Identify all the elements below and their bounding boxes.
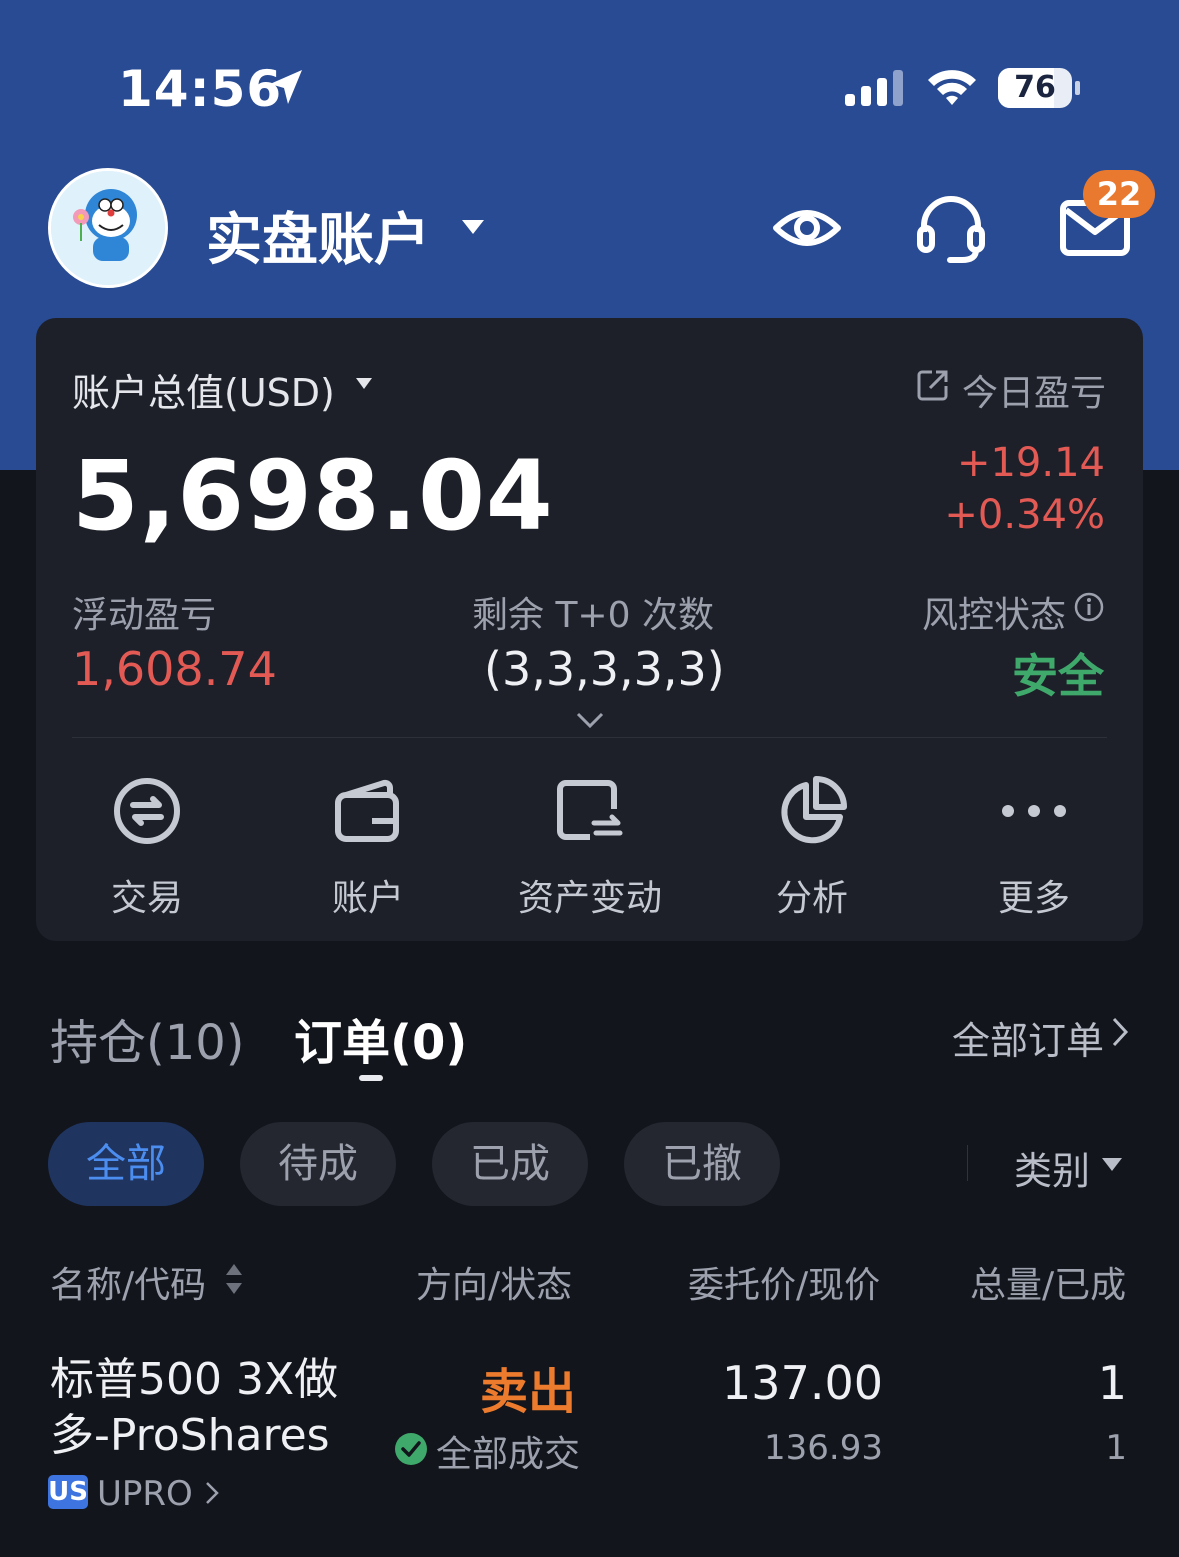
today-pnl-label[interactable]: 今日盈亏 xyxy=(962,364,1106,416)
chevron-down-icon[interactable] xyxy=(576,712,604,730)
t0-remaining-value: (3,3,3,3,3) xyxy=(484,642,725,696)
filter-pending[interactable]: 待成 xyxy=(240,1122,396,1206)
market-badge: US xyxy=(48,1475,88,1509)
column-side-status: 方向/状态 xyxy=(416,1265,573,1306)
action-account-label: 账户 xyxy=(331,878,404,919)
action-asset-change[interactable]: 资产变动 xyxy=(500,775,680,919)
eye-icon[interactable] xyxy=(772,196,842,260)
t0-remaining-label: 剩余 T+0 次数 xyxy=(472,595,714,636)
wifi-icon xyxy=(928,70,976,105)
currency-dropdown-icon[interactable] xyxy=(356,378,372,389)
trade-icon xyxy=(114,778,180,844)
asset-change-icon xyxy=(557,780,623,840)
action-more-label: 更多 xyxy=(997,878,1070,919)
risk-status-value: 安全 xyxy=(1012,649,1104,703)
share-icon[interactable] xyxy=(916,368,950,402)
pie-chart-icon xyxy=(781,776,847,844)
current-price: 136.93 xyxy=(764,1428,883,1468)
battery-percent: 76 xyxy=(1014,70,1056,105)
column-name-code[interactable]: 名称/代码 xyxy=(50,1256,206,1308)
tab-orders[interactable]: 订单(0) xyxy=(294,1003,467,1073)
floating-pnl-value: 1,608.74 xyxy=(72,642,277,696)
column-price: 委托价/现价 xyxy=(688,1265,881,1306)
status-bar: 14:56 76 xyxy=(0,60,1179,120)
order-stock-name: 标普500 3X做多-ProShares xyxy=(50,1354,339,1461)
filter-separator xyxy=(967,1145,968,1181)
filter-cancelled[interactable]: 已撤 xyxy=(624,1122,780,1206)
order-status: 全部成交 xyxy=(436,1434,581,1475)
headset-icon[interactable] xyxy=(914,192,988,264)
filter-filled[interactable]: 已成 xyxy=(432,1122,588,1206)
chevron-right-icon[interactable] xyxy=(1110,1016,1130,1048)
action-more[interactable]: 更多 xyxy=(944,775,1124,919)
order-price: 137.00 xyxy=(722,1356,883,1410)
all-orders-link[interactable]: 全部订单 xyxy=(952,1010,1104,1065)
location-arrow-icon xyxy=(270,70,302,104)
avatar-image xyxy=(51,171,165,285)
order-stock-code[interactable]: UPRO xyxy=(97,1474,193,1514)
floating-pnl-label: 浮动盈亏 xyxy=(72,595,217,636)
action-trade[interactable]: 交易 xyxy=(57,775,237,919)
notification-badge: 22 xyxy=(1083,170,1155,218)
chevron-right-icon[interactable] xyxy=(204,1480,220,1506)
order-total-qty: 1 xyxy=(1097,1356,1127,1410)
battery-indicator: 76 xyxy=(998,68,1072,108)
total-value-label[interactable]: 账户总值(USD) xyxy=(72,362,335,417)
action-trade-label: 交易 xyxy=(110,878,183,919)
column-quantity: 总量/已成 xyxy=(970,1265,1127,1306)
order-filled-qty: 1 xyxy=(1105,1428,1127,1468)
today-pnl-percent: +0.34% xyxy=(944,492,1105,538)
filter-all[interactable]: 全部 xyxy=(48,1122,204,1206)
category-dropdown-icon[interactable] xyxy=(1102,1158,1122,1171)
action-analysis[interactable]: 分析 xyxy=(722,775,902,919)
cellular-signal-icon xyxy=(845,70,903,106)
avatar[interactable] xyxy=(48,168,168,288)
info-icon[interactable] xyxy=(1073,591,1105,623)
check-circle-icon xyxy=(395,1433,427,1465)
card-divider xyxy=(72,737,1107,738)
sort-icon[interactable] xyxy=(224,1262,244,1296)
action-account[interactable]: 账户 xyxy=(278,775,458,919)
account-title[interactable]: 实盘账户 xyxy=(206,195,430,276)
today-pnl-value: +19.14 xyxy=(956,440,1105,486)
account-dropdown-icon[interactable] xyxy=(462,220,484,234)
active-tab-indicator xyxy=(359,1075,383,1081)
battery-cap xyxy=(1075,81,1080,95)
order-side: 卖出 xyxy=(479,1364,576,1420)
action-analysis-label: 分析 xyxy=(775,878,848,919)
action-asset-change-label: 资产变动 xyxy=(517,878,662,919)
total-value: 5,698.04 xyxy=(72,440,554,552)
risk-status-label: 风控状态 xyxy=(922,595,1067,636)
wallet-icon xyxy=(335,779,399,842)
more-icon xyxy=(1002,805,1066,817)
category-filter[interactable]: 类别 xyxy=(1014,1140,1090,1195)
clock: 14:56 xyxy=(118,60,283,118)
tab-positions[interactable]: 持仓(10) xyxy=(50,1003,245,1073)
